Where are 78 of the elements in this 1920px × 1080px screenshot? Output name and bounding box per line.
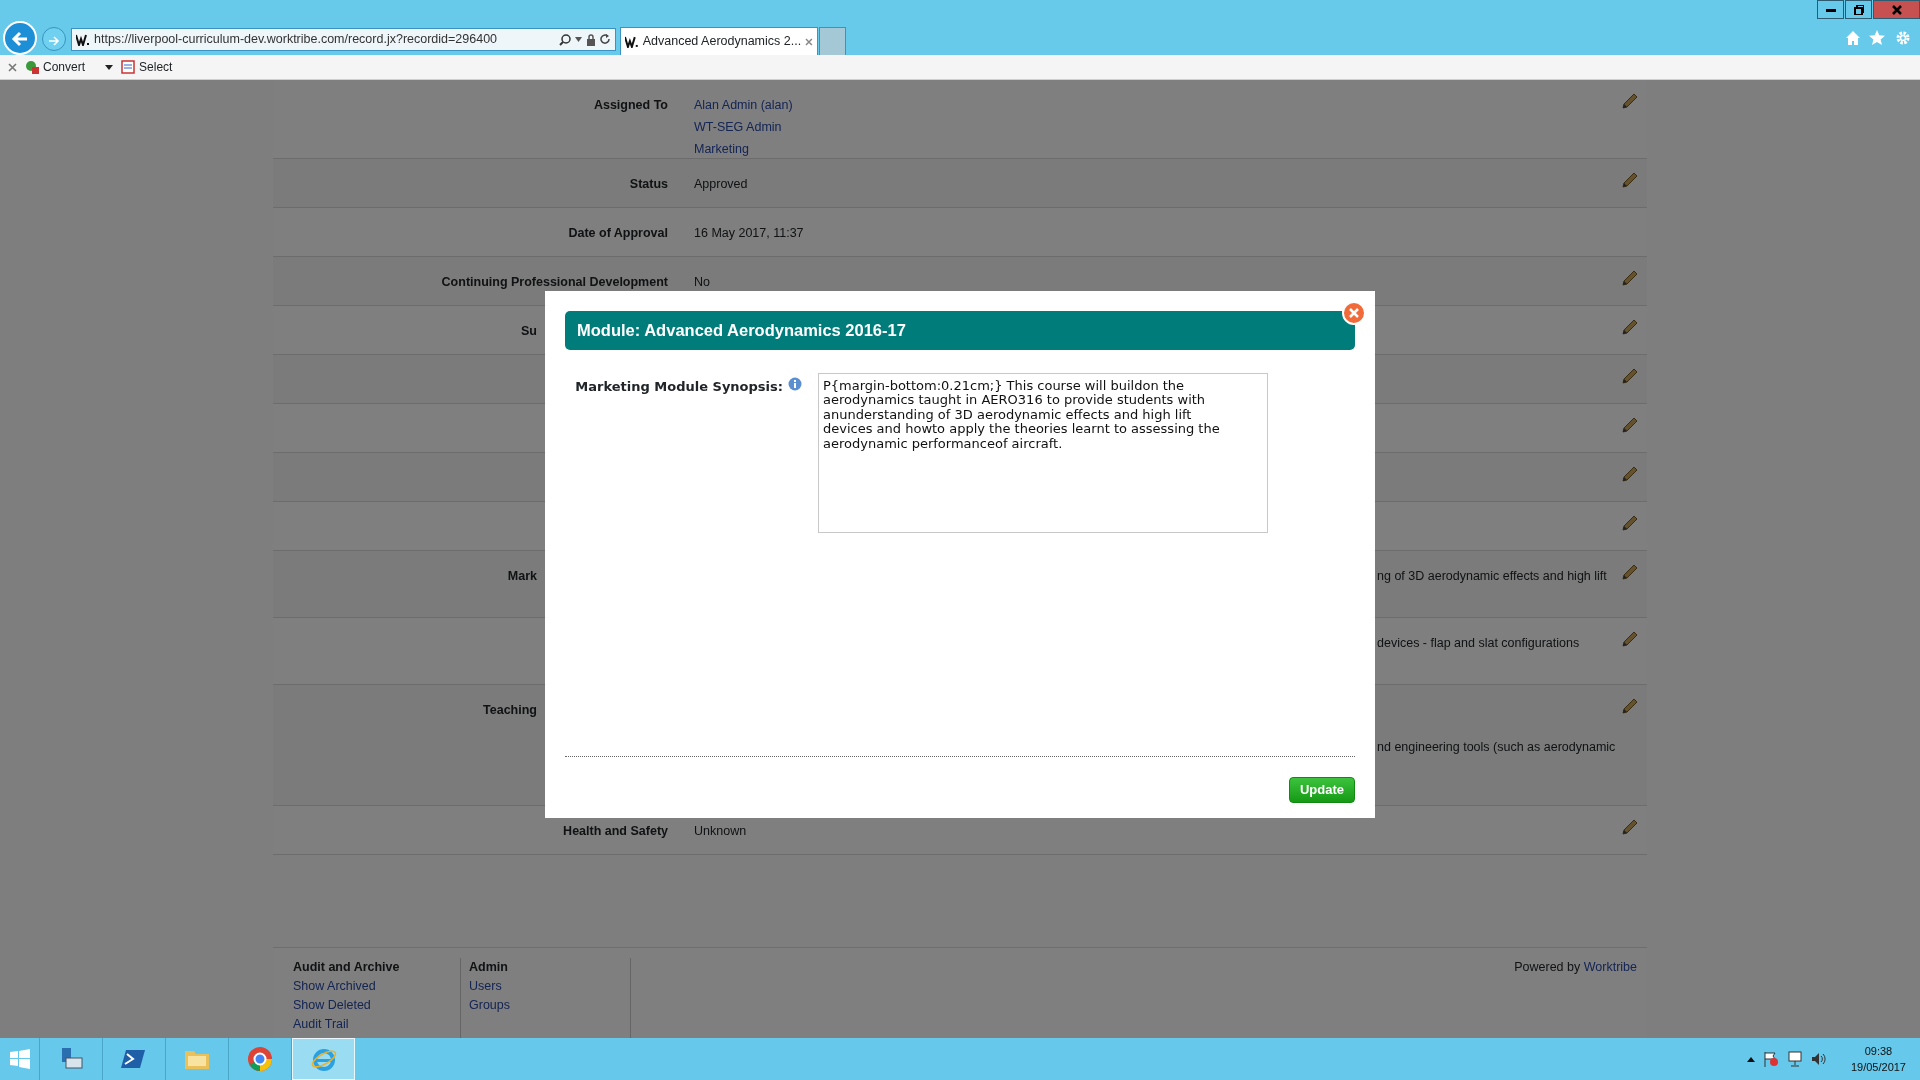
field-value: No [694, 274, 710, 292]
footer-link[interactable]: Show Archived [293, 977, 376, 996]
star-icon[interactable] [1869, 30, 1885, 46]
field-label: Teaching [483, 703, 537, 718]
windows-logo-icon [9, 1049, 30, 1069]
toolbar-button[interactable]: Select [121, 58, 173, 76]
close-icon[interactable] [805, 37, 813, 46]
pencil-icon[interactable] [1621, 697, 1639, 716]
settings-icon[interactable] [1895, 30, 1911, 46]
field-value: 16 May 2017, 11:37 [694, 225, 804, 243]
pencil-icon[interactable] [1621, 465, 1639, 484]
close-button[interactable] [1342, 300, 1366, 324]
minimize-button[interactable] [1817, 0, 1844, 19]
close-icon [1891, 4, 1902, 15]
restore-button[interactable] [1845, 0, 1872, 19]
worktribe-link[interactable]: Worktribe [1583, 960, 1637, 975]
update-button[interactable]: Update [1288, 777, 1355, 803]
field-label: Assigned To [593, 98, 668, 112]
back-arrow-icon [11, 30, 29, 47]
value-link[interactable]: WT-SEG Admin [694, 117, 782, 137]
flag-icon[interactable] [1762, 1051, 1779, 1067]
pencil-icon[interactable] [1621, 92, 1639, 110]
field-value: nd engineering tools (such as aerodynamic [1377, 739, 1616, 757]
field-value: Approved [694, 176, 748, 194]
pencil-icon[interactable] [1621, 171, 1639, 190]
pencil-icon[interactable] [1621, 318, 1639, 337]
footer-link[interactable]: Groups [469, 995, 510, 1015]
field-label: Date of Approval [568, 226, 668, 241]
footer-heading: Audit and Archive [293, 959, 400, 977]
toolbar-button[interactable]: Convert [25, 58, 86, 76]
home-icon[interactable] [1845, 30, 1861, 46]
clock-date: 19/05/2017 [1850, 1060, 1906, 1075]
pencil-icon[interactable] [1621, 630, 1639, 649]
speaker-icon[interactable] [1810, 1051, 1827, 1067]
modal-title: Module: Advanced Aerodynamics 2016-17 [565, 311, 1355, 350]
value-link[interactable]: Marketing [694, 139, 749, 159]
footer-link[interactable]: Audit Trail [293, 1014, 349, 1034]
footer-heading: Admin [469, 959, 508, 977]
pencil-icon[interactable] [1621, 416, 1639, 435]
field-label: Su [521, 324, 537, 339]
site-logo-icon [625, 35, 639, 48]
clock-time: 09:38 [1864, 1043, 1893, 1059]
pencil-icon[interactable] [1621, 269, 1639, 288]
field-value: ng of 3D aerodynamic effects and high lift [1377, 568, 1607, 586]
field-value: devices - flap and slat configurations [1377, 635, 1580, 653]
convert-icon [25, 60, 39, 74]
field-value: Unknown [694, 823, 747, 841]
back-button[interactable] [3, 21, 37, 55]
restore-icon [1853, 4, 1864, 15]
pencil-icon[interactable] [1621, 563, 1639, 582]
field-label: Status [629, 177, 668, 192]
powered-by-text: Powered by [1514, 960, 1581, 975]
caret-icon[interactable] [105, 64, 114, 70]
chrome-icon [247, 1046, 273, 1072]
value-link[interactable]: Alan Admin (alan) [694, 96, 793, 115]
network-icon[interactable] [1786, 1051, 1803, 1067]
pencil-icon[interactable] [1621, 514, 1639, 533]
tab-title: Advanced Aerodynamics 2... [642, 33, 802, 51]
forward-button[interactable] [42, 27, 66, 51]
close-icon [1342, 300, 1366, 325]
new-tab-button[interactable] [819, 27, 846, 55]
info-icon[interactable] [788, 376, 802, 391]
forward-arrow-icon [48, 35, 60, 46]
caret-up-icon[interactable] [1746, 1056, 1755, 1062]
field-label: Mark [507, 569, 537, 584]
footer-link[interactable]: Show Deleted [293, 995, 371, 1015]
field-label: Marketing Module Synopsis: [575, 377, 783, 396]
pencil-icon[interactable] [1621, 818, 1639, 837]
synopsis-field[interactable]: P{margin-bottom:0.21cm;} This course will buildon the aerodynamics taught in AERO316 to provide students with anunderstanding of 3D aerodynamic effects and high lift devices and howto apply the theories learnt to assessing the aerodynamic performanceof aircraft. [818, 372, 1268, 533]
field-label: Health and Safety [563, 824, 668, 839]
ie-icon [310, 1046, 337, 1072]
close-icon[interactable] [8, 62, 17, 72]
browser-tab[interactable]: Advanced Aerodynamics 2... [620, 27, 818, 55]
select-icon [121, 60, 136, 74]
close-window-button[interactable] [1873, 0, 1920, 19]
field-label: Continuing Professional Development [441, 275, 668, 290]
footer-link[interactable]: Users [469, 977, 502, 996]
pencil-icon[interactable] [1621, 367, 1639, 386]
